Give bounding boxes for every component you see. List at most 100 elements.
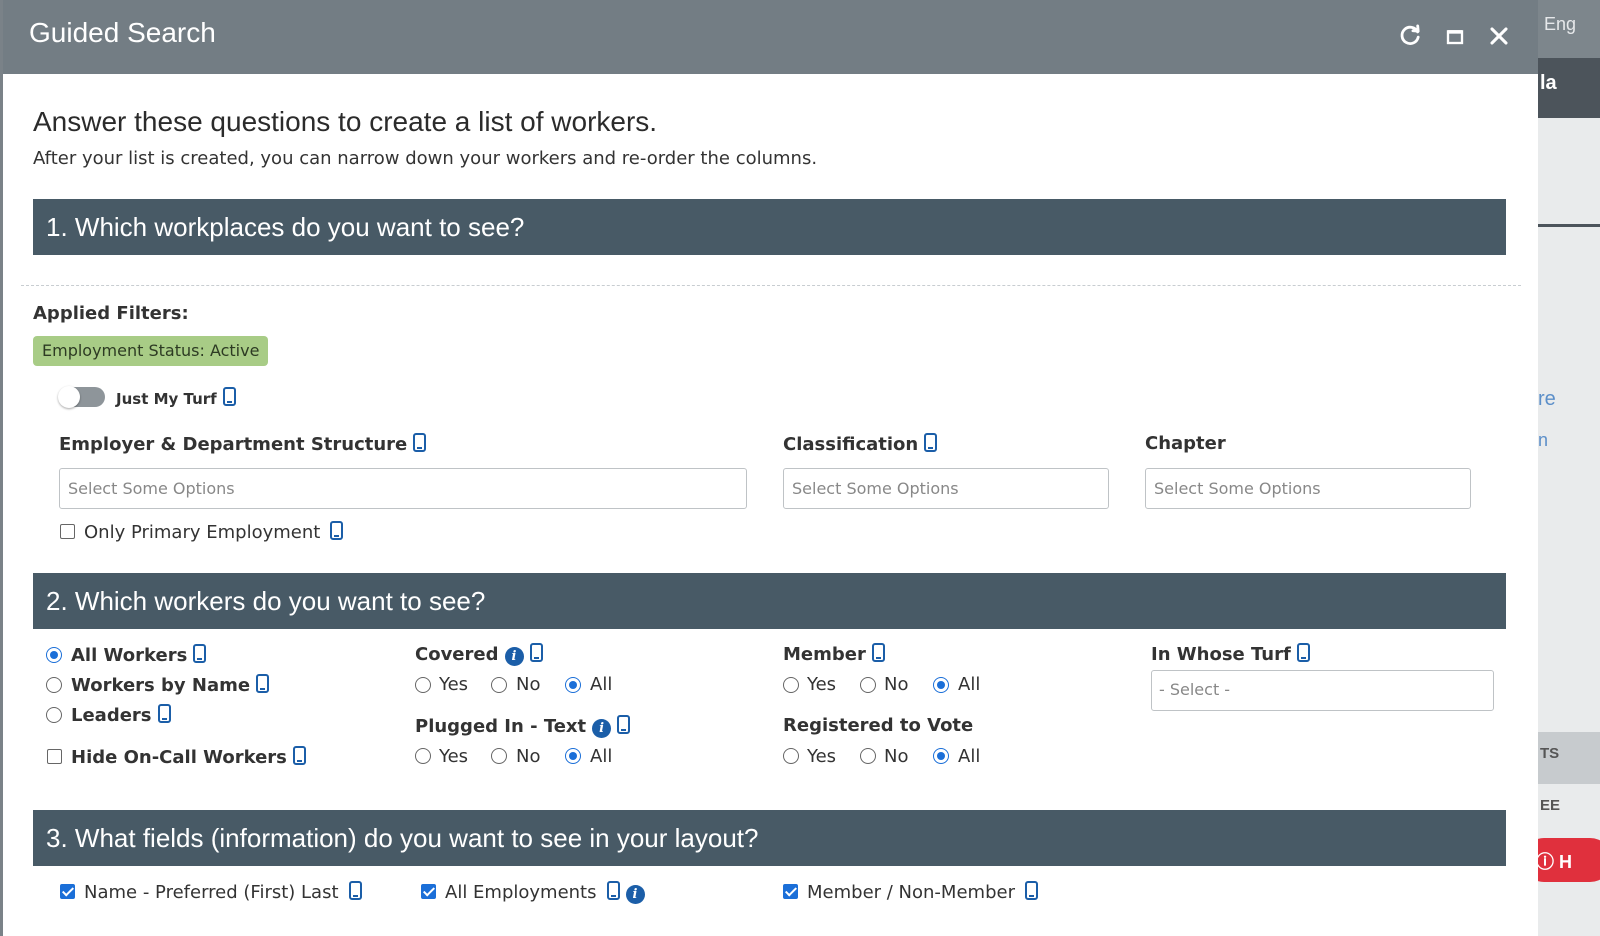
background-link-fragment: re: [1538, 388, 1556, 410]
mobile-icon: [222, 387, 236, 406]
background-text-fragment: TS: [1540, 745, 1560, 762]
member-yes-label: Yes: [807, 674, 837, 695]
section-3-header: 3. What fields (information) do you want…: [33, 810, 1506, 866]
mobile-icon: [256, 674, 270, 693]
member-text: Member: [783, 644, 866, 665]
mobile-icon: [924, 433, 938, 452]
toggle-label-text: Just My Turf: [116, 390, 217, 408]
info-icon[interactable]: i: [592, 719, 612, 738]
in-whose-turf-text: In Whose Turf: [1151, 644, 1291, 665]
employer-label: Employer & Department Structure: [59, 433, 427, 455]
workers-by-name-radio[interactable]: [46, 677, 62, 693]
covered-all-label: All: [590, 674, 613, 695]
modal-title: Guided Search: [29, 17, 216, 48]
just-my-turf-toggle[interactable]: [58, 386, 105, 408]
info-icon[interactable]: i: [625, 885, 645, 904]
covered-yes-label: Yes: [439, 674, 469, 695]
plugged-no-label: No: [516, 746, 541, 767]
member-label: Member: [783, 643, 885, 665]
background-header-fragment: la: [1538, 58, 1600, 118]
plugged-yes-radio[interactable]: [415, 748, 431, 764]
mobile-icon: [1024, 881, 1038, 900]
field-name-checkbox[interactable]: [60, 884, 75, 899]
member-no-radio[interactable]: [860, 677, 876, 693]
background-divider: [1538, 224, 1600, 227]
hide-oncall-checkbox[interactable]: [47, 749, 62, 764]
employer-label-text: Employer & Department Structure: [59, 434, 408, 455]
mobile-icon: [292, 746, 306, 765]
covered-label: Covered i: [415, 643, 543, 666]
mobile-icon: [330, 521, 344, 540]
covered-text: Covered: [415, 644, 499, 665]
classification-select[interactable]: Select Some Options: [783, 468, 1109, 509]
registered-all-label: All: [958, 746, 981, 767]
field-all-employments-text: All Employments: [445, 882, 597, 903]
toggle-knob: [58, 386, 80, 408]
modal-header: Guided Search: [3, 0, 1538, 74]
covered-yes-radio[interactable]: [415, 677, 431, 693]
registered-yes-radio[interactable]: [783, 748, 799, 764]
classification-label: Classification: [783, 433, 938, 455]
classification-label-text: Classification: [783, 434, 919, 455]
all-workers-radio[interactable]: [46, 647, 62, 663]
plugged-no-radio[interactable]: [491, 748, 507, 764]
close-button[interactable]: [1485, 22, 1513, 50]
mobile-icon: [529, 643, 543, 662]
applied-filters-label: Applied Filters:: [33, 303, 189, 324]
plugged-yes-label: Yes: [439, 746, 469, 767]
mobile-icon: [413, 433, 427, 452]
mobile-icon: [871, 643, 885, 662]
workers-by-name-label: Workers by Name: [71, 674, 270, 696]
member-all-label: All: [958, 674, 981, 695]
help-button[interactable]: ⓘ H: [1538, 838, 1600, 882]
in-whose-turf-select[interactable]: - Select -: [1151, 670, 1494, 711]
mobile-icon: [157, 704, 171, 723]
field-name-label: Name - Preferred (First) Last: [84, 881, 362, 903]
just-my-turf-label: Just My Turf: [116, 387, 236, 408]
filter-chip[interactable]: Employment Status: Active: [33, 336, 269, 366]
background-text-fragment-2: EE: [1540, 797, 1561, 814]
registered-yes-label: Yes: [807, 746, 837, 767]
plugged-in-text: Plugged In - Text: [415, 716, 587, 737]
covered-all-radio[interactable]: [565, 677, 581, 693]
field-member-label: Member / Non-Member: [807, 881, 1038, 903]
field-member-checkbox[interactable]: [783, 884, 798, 899]
maximize-button[interactable]: [1441, 22, 1469, 50]
chapter-select[interactable]: Select Some Options: [1145, 468, 1471, 509]
background-app: Eng la re n TS EE ⓘ H: [1538, 0, 1600, 936]
member-yes-radio[interactable]: [783, 677, 799, 693]
plugged-all-radio[interactable]: [565, 748, 581, 764]
only-primary-employment-checkbox[interactable]: [60, 524, 75, 539]
background-link-fragment-2: n: [1538, 430, 1549, 450]
field-member-text: Member / Non-Member: [807, 882, 1015, 903]
info-icon[interactable]: i: [504, 647, 524, 666]
only-primary-employment-text: Only Primary Employment: [84, 522, 321, 543]
help-icon: ⓘ: [1538, 852, 1554, 872]
modal-content: Answer these questions to create a list …: [3, 74, 1538, 936]
mobile-icon: [193, 644, 207, 663]
help-button-label: H: [1559, 852, 1573, 872]
mobile-icon: [617, 715, 631, 734]
mobile-icon: [348, 881, 362, 900]
plugged-all-label: All: [590, 746, 613, 767]
registered-all-radio[interactable]: [933, 748, 949, 764]
covered-no-radio[interactable]: [491, 677, 507, 693]
field-all-employments-checkbox[interactable]: [421, 884, 436, 899]
background-language-label: Eng: [1538, 0, 1600, 58]
registered-no-radio[interactable]: [860, 748, 876, 764]
only-primary-employment-label: Only Primary Employment: [84, 521, 344, 543]
in-whose-turf-label: In Whose Turf: [1151, 643, 1310, 665]
section-2-header: 2. Which workers do you want to see?: [33, 573, 1506, 629]
section-1-header: 1. Which workplaces do you want to see?: [33, 199, 1506, 255]
leaders-radio[interactable]: [46, 707, 62, 723]
hide-oncall-text: Hide On-Call Workers: [71, 747, 287, 768]
refresh-button[interactable]: [1396, 22, 1424, 50]
maximize-icon: [1446, 30, 1464, 45]
page-subtitle: After your list is created, you can narr…: [33, 148, 818, 169]
chapter-label: Chapter: [1145, 433, 1226, 454]
member-all-radio[interactable]: [933, 677, 949, 693]
leaders-text: Leaders: [71, 705, 152, 726]
plugged-in-label: Plugged In - Text i: [415, 715, 631, 738]
employer-select[interactable]: Select Some Options: [59, 468, 747, 509]
guided-search-modal: Guided Search Answer these questions to …: [3, 0, 1538, 936]
